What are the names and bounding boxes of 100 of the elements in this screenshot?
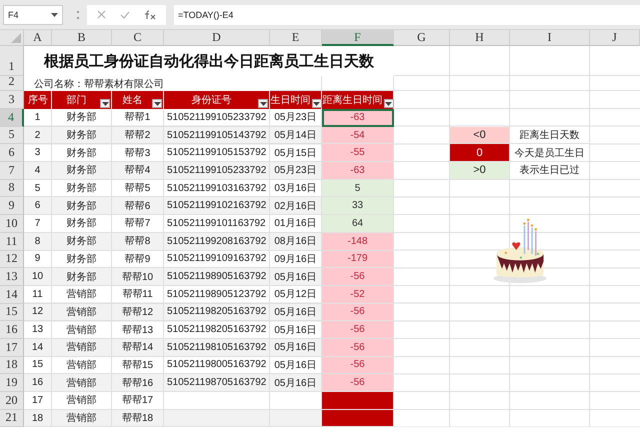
table-cell: 帮帮6 (112, 197, 164, 216)
table-cell[interactable]: -63 (322, 162, 394, 180)
table-cell: 05月16日 (270, 338, 322, 357)
filter-button[interactable] (384, 99, 394, 108)
row-header[interactable]: 8 (0, 180, 24, 198)
row-header[interactable]: 10 (0, 215, 24, 233)
column-header[interactable]: D (164, 30, 270, 46)
column-header[interactable]: H (450, 30, 510, 46)
table-cell: 08月16日 (270, 232, 322, 250)
table-cell: 510521199208163792 (164, 232, 270, 250)
row-header[interactable]: 7 (0, 162, 24, 180)
filter-button[interactable] (100, 99, 110, 108)
table-cell: 财务部 (52, 162, 112, 180)
row-header[interactable]: 20 (0, 392, 24, 410)
table-cell: 05月16日 (270, 374, 322, 392)
row-header[interactable]: 13 (0, 268, 24, 286)
row-header[interactable]: 3 (0, 91, 24, 109)
table-cell[interactable]: -52 (322, 286, 394, 304)
table-cell: 4 (24, 162, 52, 180)
table-cell[interactable]: 5 (322, 180, 394, 198)
legend-swatch: >0 (450, 162, 510, 180)
table-cell[interactable]: -56 (322, 268, 394, 286)
legend-swatch: <0 (450, 126, 510, 144)
row-header[interactable]: 17 (0, 338, 24, 357)
drag-handle-icon[interactable] (77, 10, 79, 18)
table-cell: 帮帮12 (112, 304, 164, 322)
table-cell: 14 (24, 338, 52, 357)
formula-field[interactable]: =TODAY()-E4 (174, 4, 640, 24)
row-header[interactable]: 18 (0, 356, 24, 374)
table-cell: 510521199105233792 (164, 162, 270, 180)
table-cell: 05月14日 (270, 126, 322, 144)
table-cell: 05月16日 (270, 268, 322, 286)
dropdown-icon (51, 12, 58, 16)
table-cell: 02月16日 (270, 197, 322, 216)
row-header[interactable]: 11 (0, 232, 24, 250)
row-header[interactable]: 4 (0, 109, 24, 127)
row-header[interactable]: 6 (0, 144, 24, 162)
table-cell: 6 (24, 197, 52, 216)
table-cell: 12 (24, 304, 52, 322)
column-header[interactable]: F (322, 30, 394, 46)
table-cell: 18 (24, 410, 52, 428)
triangle-icon (11, 33, 21, 43)
table-cell: 2 (24, 126, 52, 144)
column-header[interactable]: I (510, 30, 590, 46)
filter-button[interactable] (152, 99, 162, 108)
table-cell[interactable]: -56 (322, 321, 394, 339)
row-header[interactable]: 9 (0, 197, 24, 216)
column-header[interactable]: E (270, 30, 322, 46)
table-cell: 510521198205163792 (164, 304, 270, 322)
table-cell[interactable] (322, 410, 394, 428)
table-cell[interactable]: -56 (322, 304, 394, 322)
row-header[interactable]: 16 (0, 321, 24, 339)
table-cell: 帮帮4 (112, 162, 164, 180)
table-cell: 帮帮8 (112, 232, 164, 250)
column-header[interactable]: G (394, 30, 450, 46)
column-title: 姓名 (122, 94, 142, 107)
row-header[interactable]: 2 (0, 76, 24, 91)
table-cell[interactable]: -179 (322, 250, 394, 268)
table-cell[interactable]: -55 (322, 144, 394, 162)
row-header[interactable]: 14 (0, 286, 24, 304)
table-cell[interactable] (322, 392, 394, 410)
table-cell: 16 (24, 374, 52, 392)
column-header[interactable]: J (590, 30, 640, 46)
table-cell[interactable]: -56 (322, 356, 394, 374)
column-header[interactable]: A (24, 30, 52, 46)
table-cell[interactable]: -56 (322, 374, 394, 392)
name-box[interactable]: F4 (3, 4, 63, 24)
company-name: 公司名称：帮帮素材有限公司 (24, 76, 270, 91)
table-cell[interactable]: 64 (322, 215, 394, 233)
table-cell: 510521198105163792 (164, 338, 270, 357)
column-header[interactable]: B (52, 30, 112, 46)
table-cell: 营销部 (52, 410, 112, 428)
legend-swatch: 0 (450, 144, 510, 162)
row-header[interactable]: 5 (0, 126, 24, 144)
filter-button[interactable] (258, 99, 268, 108)
row-header[interactable]: 1 (0, 46, 24, 76)
table-cell[interactable]: -56 (322, 338, 394, 357)
row-header[interactable]: 15 (0, 304, 24, 322)
table-cell: 帮帮16 (112, 374, 164, 392)
filter-button[interactable] (312, 99, 322, 108)
table-cell: 05月23日 (270, 162, 322, 180)
row-header[interactable]: 21 (0, 410, 24, 428)
table-cell: 财务部 (52, 126, 112, 144)
table-cell[interactable]: -148 (322, 232, 394, 250)
table-cell[interactable]: -54 (322, 126, 394, 144)
table-cell[interactable]: -63 (322, 109, 394, 127)
table-cell: 财务部 (52, 197, 112, 216)
table-cell: 510521198905163792 (164, 268, 270, 286)
table-cell: 8 (24, 232, 52, 250)
column-header[interactable]: C (112, 30, 164, 46)
table-cell[interactable]: 33 (322, 197, 394, 216)
row-header[interactable]: 19 (0, 374, 24, 392)
table-cell: 营销部 (52, 304, 112, 322)
column-title: 序号 (28, 94, 48, 107)
table-cell: 帮帮10 (112, 268, 164, 286)
column-title: 身份证号 (192, 94, 232, 107)
table-cell: 05月16日 (270, 304, 322, 322)
insert-function-icon[interactable] (144, 10, 156, 20)
table-cell: 营销部 (52, 338, 112, 357)
row-header[interactable]: 12 (0, 250, 24, 268)
